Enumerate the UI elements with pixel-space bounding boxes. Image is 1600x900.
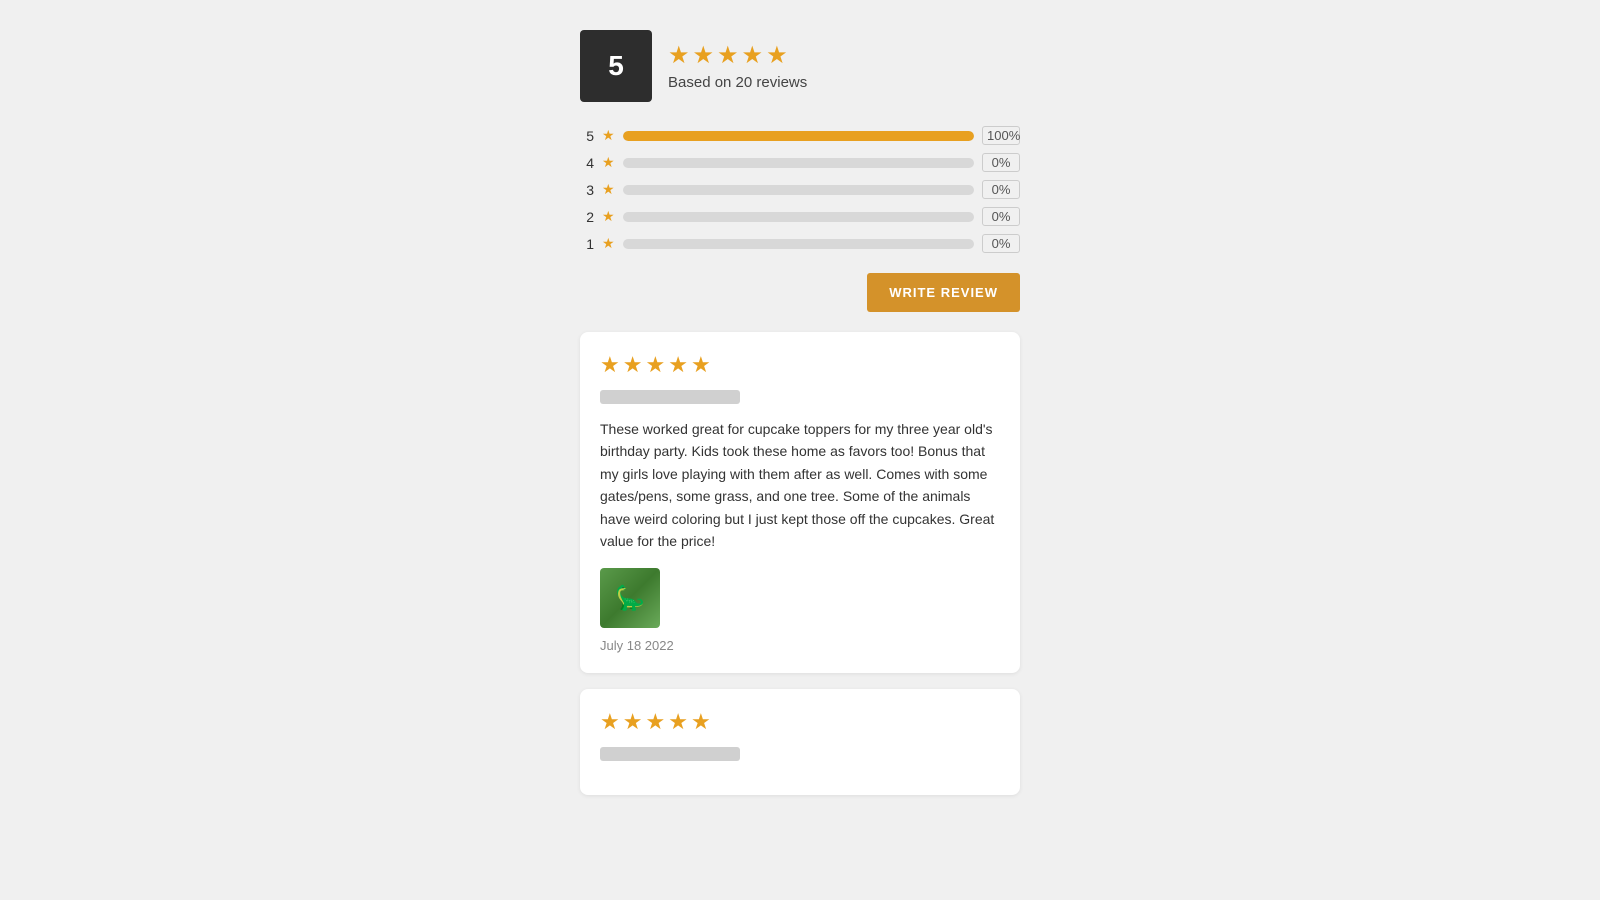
- rating-badge: 5: [580, 30, 652, 102]
- bar-label-3: 3: [580, 182, 594, 198]
- review-1-star-2: ★: [623, 352, 643, 378]
- rating-bars: 5 ★ 100% 4 ★ 0% 3 ★ 0% 2 ★: [580, 126, 1020, 253]
- review-card-1: ★ ★ ★ ★ ★ These worked great for cupcake…: [580, 332, 1020, 673]
- rating-summary: 5 ★ ★ ★ ★ ★ Based on 20 reviews: [580, 20, 1020, 102]
- rating-info: ★ ★ ★ ★ ★ Based on 20 reviews: [668, 41, 807, 91]
- bar-fill-5: [623, 131, 974, 141]
- review-2-star-5: ★: [691, 709, 711, 735]
- review-1-stars: ★ ★ ★ ★ ★: [600, 352, 1000, 378]
- bar-star-1: ★: [602, 235, 615, 252]
- star-icon-2: ★: [693, 41, 715, 70]
- review-1-star-5: ★: [691, 352, 711, 378]
- review-2-star-3: ★: [645, 709, 665, 735]
- review-1-image-thumbnail: 🦕: [600, 568, 660, 628]
- review-2-stars: ★ ★ ★ ★ ★: [600, 709, 1000, 735]
- bar-pct-2: 0%: [982, 207, 1020, 226]
- star-icon-4: ★: [742, 41, 764, 70]
- bar-pct-1: 0%: [982, 234, 1020, 253]
- review-1-image[interactable]: 🦕: [600, 568, 660, 628]
- bar-label-4: 4: [580, 155, 594, 171]
- bar-track-1: [623, 239, 974, 249]
- bar-row-2: 2 ★ 0%: [580, 207, 1020, 226]
- bar-row-1: 1 ★ 0%: [580, 234, 1020, 253]
- bar-pct-4: 0%: [982, 153, 1020, 172]
- review-1-text: These worked great for cupcake toppers f…: [600, 418, 1000, 552]
- based-on-label: Based on 20 reviews: [668, 74, 807, 91]
- bar-label-5: 5: [580, 128, 594, 144]
- write-review-button[interactable]: WRITE REVIEW: [867, 273, 1020, 312]
- review-1-star-3: ★: [645, 352, 665, 378]
- overall-stars: ★ ★ ★ ★ ★: [668, 41, 807, 70]
- write-review-row: WRITE REVIEW: [580, 273, 1020, 312]
- star-icon-1: ★: [668, 41, 690, 70]
- bar-row-5: 5 ★ 100%: [580, 126, 1020, 145]
- review-1-star-1: ★: [600, 352, 620, 378]
- bar-star-4: ★: [602, 154, 615, 171]
- review-1-star-4: ★: [668, 352, 688, 378]
- bar-row-4: 4 ★ 0%: [580, 153, 1020, 172]
- page-container: 5 ★ ★ ★ ★ ★ Based on 20 reviews 5 ★ 100%…: [570, 20, 1030, 880]
- bar-track-4: [623, 158, 974, 168]
- bar-track-2: [623, 212, 974, 222]
- bar-label-2: 2: [580, 209, 594, 225]
- review-card-2: ★ ★ ★ ★ ★: [580, 689, 1020, 795]
- star-icon-3: ★: [717, 41, 739, 70]
- review-2-star-4: ★: [668, 709, 688, 735]
- bar-star-3: ★: [602, 181, 615, 198]
- star-icon-5: ★: [766, 41, 788, 70]
- bar-pct-3: 0%: [982, 180, 1020, 199]
- bar-star-2: ★: [602, 208, 615, 225]
- bar-star-5: ★: [602, 127, 615, 144]
- bar-row-3: 3 ★ 0%: [580, 180, 1020, 199]
- reviewer-1-name-bar: [600, 390, 740, 404]
- bar-track-5: [623, 131, 974, 141]
- review-2-star-1: ★: [600, 709, 620, 735]
- rating-score: 5: [608, 50, 624, 82]
- bar-track-3: [623, 185, 974, 195]
- bar-pct-5: 100%: [982, 126, 1020, 145]
- review-1-date: July 18 2022: [600, 638, 1000, 653]
- bar-label-1: 1: [580, 236, 594, 252]
- review-2-star-2: ★: [623, 709, 643, 735]
- reviewer-2-name-bar: [600, 747, 740, 761]
